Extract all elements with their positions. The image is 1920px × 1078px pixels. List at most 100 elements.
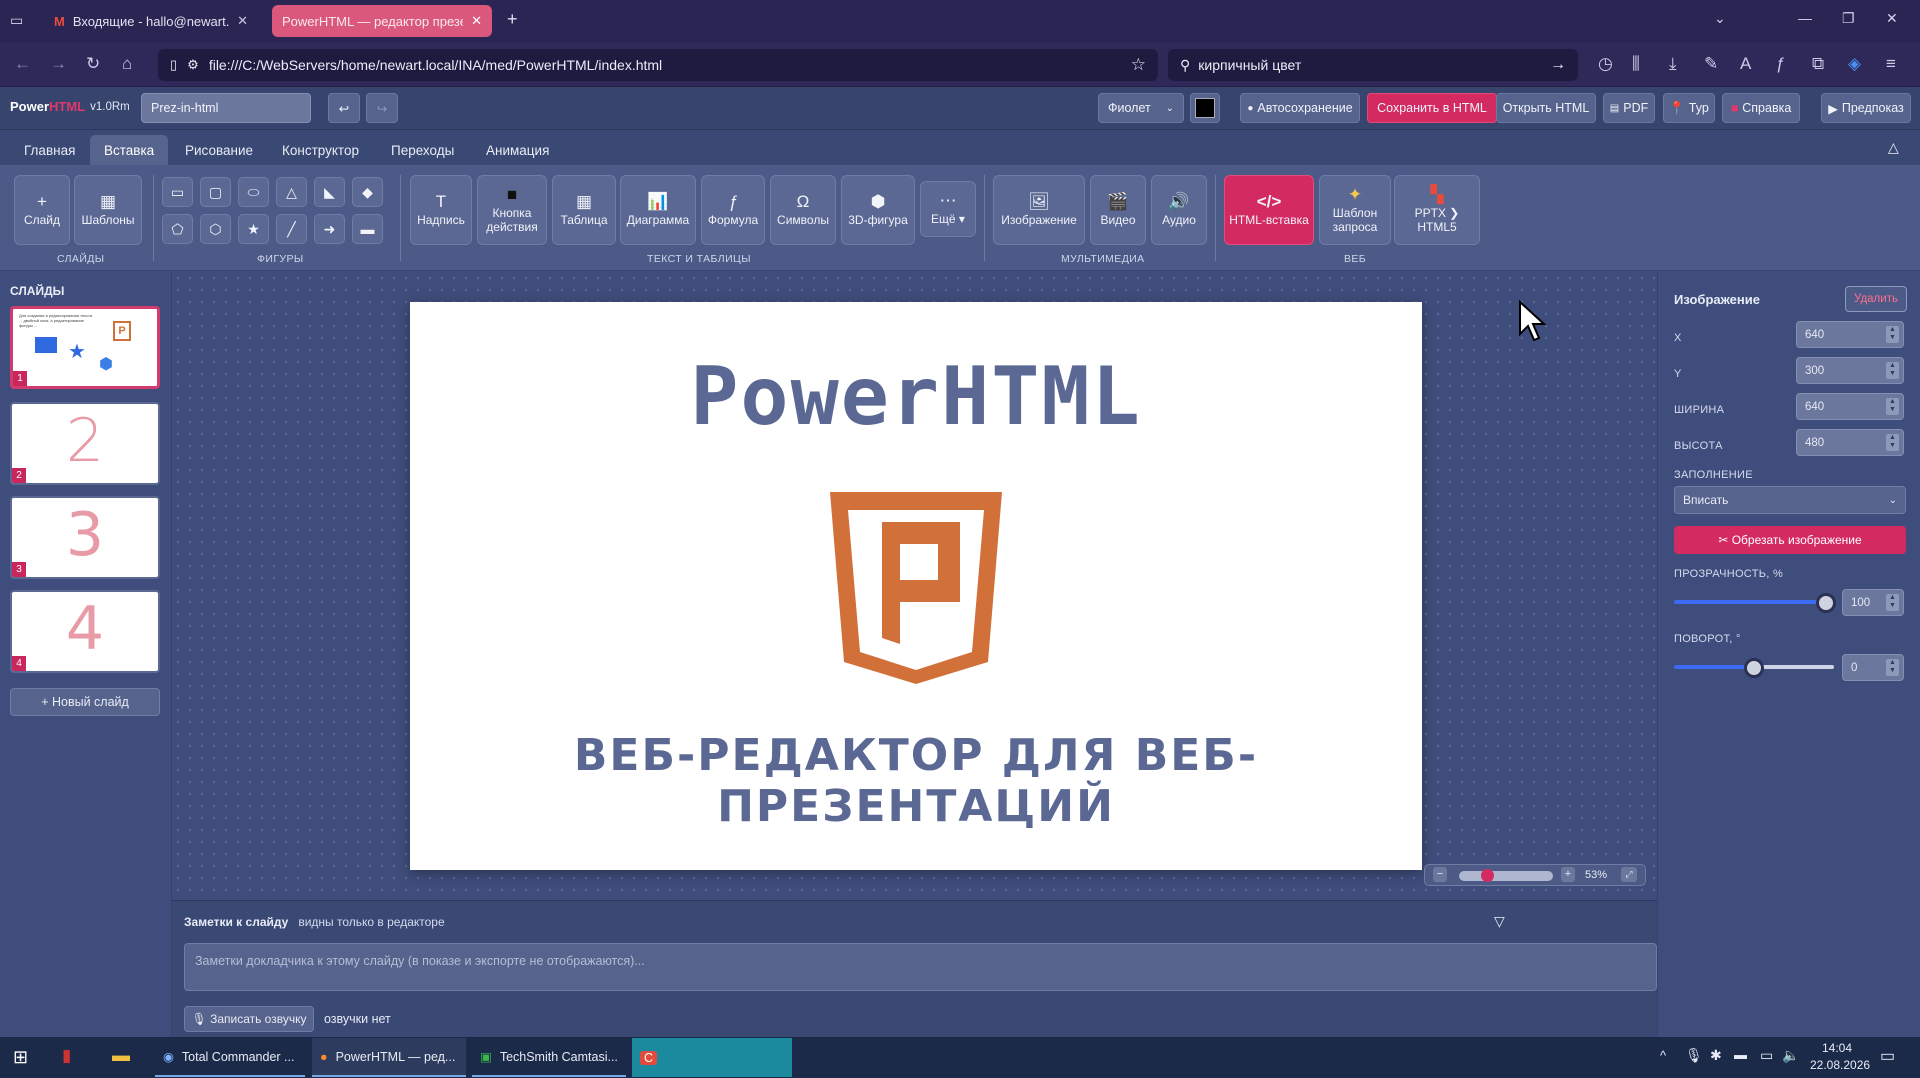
minimize-icon[interactable]: — — [1798, 10, 1812, 26]
tools-icon[interactable]: ✎ — [1704, 54, 1718, 74]
theme-select[interactable]: Фиолет ⌄ — [1098, 93, 1184, 123]
bookmark-star-icon[interactable]: ☆ — [1131, 55, 1146, 75]
height-input[interactable]: 480 ▲ ▼ — [1796, 429, 1904, 456]
triangle-shape-button[interactable]: △ — [276, 177, 307, 207]
spinner-icon[interactable]: ▲ ▼ — [1886, 659, 1899, 676]
taskbar-recorder[interactable]: C — [632, 1038, 792, 1077]
crop-image-button[interactable]: ✂ Обрезать изображение — [1674, 526, 1906, 554]
current-slide[interactable]: PowerHTML ВЕБ-РЕДАКТОР ДЛЯ ВЕБ-ПРЕЗЕНТАЦ… — [410, 302, 1422, 870]
network-icon[interactable]: ▭ — [1760, 1047, 1773, 1064]
tab-insert[interactable]: Вставка — [90, 135, 169, 165]
hexagon-shape-button[interactable]: ⬡ — [200, 214, 231, 244]
audio-button[interactable]: 🔊 Аудио — [1151, 175, 1207, 245]
opacity-input[interactable]: 100 ▲ ▼ — [1842, 589, 1904, 616]
browser-tab-mail[interactable]: M Входящие - hallo@newart.ru - ✕ — [44, 5, 258, 37]
action-button-button[interactable]: ■ Кнопка действия — [477, 175, 547, 245]
mic-icon[interactable]: 🎙 — [1685, 1047, 1703, 1064]
width-input[interactable]: 640 ▲ ▼ — [1796, 393, 1904, 420]
undo-button[interactable]: ↩ — [328, 93, 360, 123]
tab-draw[interactable]: Рисование — [171, 135, 267, 165]
tray-chevron-icon[interactable]: ^ — [1660, 1048, 1666, 1063]
taskbar-total-commander[interactable]: ◉ Total Commander ... — [155, 1038, 305, 1077]
pentagon-shape-button[interactable]: ⬠ — [162, 214, 193, 244]
html-logo-image[interactable] — [830, 492, 1002, 684]
line-shape-button[interactable]: ╱ — [276, 214, 307, 244]
slide-thumb-1[interactable]: Для создания и редактирования текста ...… — [10, 306, 160, 389]
tab-overflow-icon[interactable]: ⌄ — [1714, 10, 1726, 27]
forward-icon[interactable]: → — [50, 54, 67, 74]
spinner-icon[interactable]: ▲ ▼ — [1886, 434, 1899, 451]
slide-thumb-2[interactable]: 2 2 — [10, 402, 160, 485]
tab-transitions[interactable]: Переходы — [377, 135, 468, 165]
opacity-slider[interactable] — [1674, 600, 1826, 604]
slide-thumb-3[interactable]: 3 3 — [10, 496, 160, 579]
spinner-icon[interactable]: ▲ ▼ — [1886, 398, 1899, 415]
3d-shape-button[interactable]: ⬢ 3D-фигура — [841, 175, 915, 245]
fit-zoom-button[interactable]: ⤢ — [1621, 867, 1637, 882]
translate-icon[interactable]: A — [1740, 54, 1751, 74]
extensions-icon[interactable]: ⧉ — [1812, 54, 1824, 74]
table-button[interactable]: ▦ Таблица — [552, 175, 616, 245]
formula-ext-icon[interactable]: ƒ — [1776, 54, 1785, 74]
symbols-button[interactable]: Ω Символы — [770, 175, 836, 245]
query-template-button[interactable]: ✦ Шаблон запроса — [1319, 175, 1391, 245]
formula-button[interactable]: ƒ Формула — [701, 175, 765, 245]
spinner-icon[interactable]: ▲ ▼ — [1886, 594, 1899, 611]
doc-name-input[interactable]: Prez-in-html — [141, 93, 311, 123]
tray-app-icon[interactable]: ✱ — [1710, 1047, 1722, 1064]
close-tab-icon[interactable]: ✕ — [471, 13, 482, 29]
close-window-icon[interactable]: ✕ — [1886, 10, 1898, 27]
html-insert-button[interactable]: </> HTML-вставка — [1224, 175, 1314, 245]
tab-list-icon[interactable]: ▭ — [10, 12, 23, 29]
library-icon[interactable]: ⫼ — [1632, 54, 1640, 74]
windows-start-icon[interactable]: ⊞ — [13, 1047, 28, 1068]
rounded-rect-shape-button[interactable]: ▢ — [200, 177, 231, 207]
right-triangle-shape-button[interactable]: ◣ — [314, 177, 345, 207]
search-bar[interactable]: ⚲ кирпичный цвет → — [1168, 49, 1578, 81]
close-tab-icon[interactable]: ✕ — [237, 13, 248, 29]
notes-textarea[interactable]: Заметки докладчика к этому слайду (в пок… — [184, 943, 1657, 991]
tour-button[interactable]: 📍 Тур — [1663, 93, 1715, 123]
open-html-button[interactable]: Открыть HTML — [1496, 93, 1596, 123]
search-go-icon[interactable]: → — [1550, 56, 1566, 74]
add-slide-button[interactable]: + Слайд — [14, 175, 70, 245]
menu-icon[interactable]: ≡ — [1886, 54, 1896, 74]
templates-button[interactable]: ▦ Шаблоны — [74, 175, 142, 245]
opacity-slider-knob[interactable] — [1816, 593, 1836, 613]
textbox-button[interactable]: T Надпись — [410, 175, 472, 245]
file-explorer-icon[interactable]: ▬ — [112, 1045, 130, 1066]
more-button[interactable]: ⋯ Ещё ▾ — [920, 181, 976, 237]
fill-select[interactable]: Вписать ⌄ — [1674, 486, 1906, 514]
arrow-shape-button[interactable]: ➜ — [314, 214, 345, 244]
slide-thumb-4[interactable]: 4 4 — [10, 590, 160, 673]
vpn-icon[interactable]: ◈ — [1848, 54, 1861, 74]
clock-time[interactable]: 14:04 — [1822, 1041, 1852, 1055]
restore-icon[interactable]: ❐ — [1842, 10, 1855, 27]
help-button[interactable]: ■ Справка — [1722, 93, 1800, 123]
pdf-button[interactable]: ▤ PDF — [1603, 93, 1655, 123]
notifications-icon[interactable]: ▭ — [1880, 1046, 1895, 1066]
rotation-slider-knob[interactable] — [1744, 658, 1764, 678]
zoom-in-button[interactable]: + — [1561, 867, 1575, 882]
autosave-toggle[interactable]: ● Автосохранение — [1240, 93, 1360, 123]
language-flag-icon[interactable]: ▬ — [1734, 1047, 1747, 1062]
rotation-input[interactable]: 0 ▲ ▼ — [1842, 654, 1904, 681]
slide-subtitle[interactable]: ВЕБ-РЕДАКТОР ДЛЯ ВЕБ-ПРЕЗЕНТАЦИЙ — [410, 730, 1422, 832]
clock-date[interactable]: 22.08.2026 — [1810, 1058, 1870, 1072]
home-icon[interactable]: ⌂ — [122, 54, 132, 74]
taskbar-camtasia[interactable]: ▣ TechSmith Camtasi... — [472, 1038, 626, 1077]
color-swatch-button[interactable] — [1190, 93, 1220, 123]
browser-tab-powerhtml[interactable]: PowerHTML — редактор презента ✕ — [272, 5, 492, 37]
zoom-track[interactable] — [1459, 871, 1553, 881]
taskbar-firefox[interactable]: ● PowerHTML — ред... — [312, 1038, 466, 1077]
tab-home[interactable]: Главная — [10, 135, 89, 165]
callout-shape-button[interactable]: ▬ — [352, 214, 383, 244]
downloads-icon[interactable]: ⤓ — [1669, 54, 1677, 74]
image-button[interactable]: 🖼 Изображение — [993, 175, 1085, 245]
app-pinned-icon[interactable]: ▮ — [62, 1046, 71, 1066]
save-html-button[interactable]: Сохранить в HTML — [1367, 93, 1497, 123]
slide-title[interactable]: PowerHTML — [410, 350, 1422, 443]
chart-button[interactable]: 📊 Диаграмма — [620, 175, 696, 245]
delete-button[interactable]: Удалить — [1845, 286, 1907, 312]
new-slide-button[interactable]: + Новый слайд — [10, 688, 160, 716]
